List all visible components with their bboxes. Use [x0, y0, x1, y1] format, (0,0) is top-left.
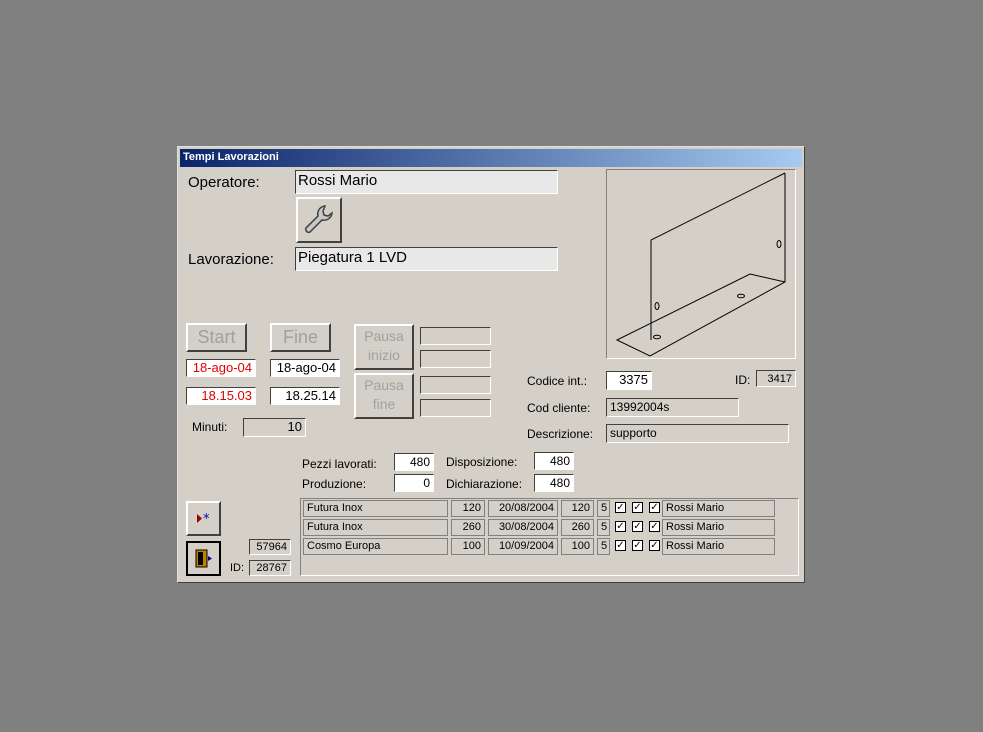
pausa-inizio-line2: inizio	[368, 347, 400, 363]
cod-cliente-field[interactable]: 13992004s	[606, 398, 739, 417]
row-qta-cell[interactable]: 260	[451, 519, 485, 536]
row-qta-cell[interactable]: 100	[451, 538, 485, 555]
title-bar[interactable]: Tempi Lavorazioni	[180, 149, 802, 167]
row-n-cell[interactable]: 5	[597, 500, 610, 517]
row-checkbox-1[interactable]: ✓	[615, 502, 626, 513]
row-operatore-cell[interactable]: Rossi Mario	[662, 519, 775, 536]
id-bottom-label: ID:	[230, 562, 245, 574]
codice-int-field[interactable]: 3375	[606, 371, 652, 390]
produzione-field[interactable]: 0	[394, 474, 434, 492]
lavorazione-field[interactable]: Piegatura 1 LVD	[295, 247, 558, 271]
row-qta2-cell[interactable]: 260	[561, 519, 594, 536]
row-checkbox-2[interactable]: ✓	[632, 540, 643, 551]
row-checkbox-2[interactable]: ✓	[632, 521, 643, 532]
window-title: Tempi Lavorazioni	[183, 151, 279, 163]
exit-door-icon	[195, 549, 212, 568]
row-checkbox-3[interactable]: ✓	[649, 502, 660, 513]
row-n-cell[interactable]: 5	[597, 538, 610, 555]
pezzi-lavorati-field[interactable]: 480	[394, 453, 434, 471]
dichiarazione-label: Dichiarazione:	[446, 477, 523, 491]
row-data-cell[interactable]: 20/08/2004	[488, 500, 558, 517]
row-qta2-cell[interactable]: 120	[561, 500, 594, 517]
row-qta2-cell[interactable]: 100	[561, 538, 594, 555]
lavorazione-label: Lavorazione:	[188, 251, 274, 268]
fine-date-field[interactable]: 18-ago-04	[270, 359, 340, 377]
row-checkbox-2[interactable]: ✓	[632, 502, 643, 513]
pausa-inizio-line1: Pausa	[364, 328, 404, 344]
row-data-cell[interactable]: 30/08/2004	[488, 519, 558, 536]
new-record-icon: *	[197, 512, 210, 527]
table-row[interactable]: Futura Inox 260 30/08/2004 260 5 ✓ ✓ ✓ Rossi Mar…	[301, 519, 796, 537]
cod-cliente-label: Cod cliente:	[527, 401, 591, 415]
row-operatore-cell[interactable]: Rossi Mario	[662, 500, 775, 517]
disposizione-label: Disposizione:	[446, 455, 518, 469]
start-date-field[interactable]: 18-ago-04	[186, 359, 256, 377]
pausa-fine-line2: fine	[372, 396, 396, 412]
wrench-icon	[304, 205, 333, 234]
pausa-fine-field-1[interactable]	[420, 376, 491, 394]
id-bottom-field: 28767	[249, 560, 291, 576]
start-time-field[interactable]: 18.15.03	[186, 387, 256, 405]
operatore-field[interactable]: Rossi Mario	[295, 170, 558, 194]
pausa-fine-line1: Pausa	[364, 377, 404, 393]
codice-int-label: Codice int.:	[527, 374, 588, 388]
lavorazioni-list: Futura Inox 120 20/08/2004 120 5 ✓ ✓ ✓ Rossi Mar…	[300, 498, 799, 576]
row-cliente-cell[interactable]: Futura Inox	[303, 500, 448, 517]
tempi-lavorazioni-window: Tempi Lavorazioni Operatore: Rossi Mario…	[177, 146, 805, 583]
id-top-label: ID:	[735, 373, 751, 387]
row-qta-cell[interactable]: 120	[451, 500, 485, 517]
minuti-label: Minuti:	[192, 420, 228, 434]
record-number-field: 57964	[249, 539, 291, 555]
tool-button[interactable]	[296, 197, 342, 243]
minuti-field[interactable]: 10	[243, 418, 306, 437]
fine-time-field[interactable]: 18.25.14	[270, 387, 340, 405]
row-operatore-cell[interactable]: Rossi Mario	[662, 538, 775, 555]
exit-button[interactable]	[186, 541, 221, 576]
pausa-inizio-button[interactable]: Pausa inizio	[354, 324, 414, 370]
pezzi-lavorati-label: Pezzi lavorati:	[302, 457, 377, 471]
pausa-inizio-field-2[interactable]	[420, 350, 491, 368]
row-checkbox-1[interactable]: ✓	[615, 540, 626, 551]
row-checkbox-1[interactable]: ✓	[615, 521, 626, 532]
pausa-fine-field-2[interactable]	[420, 399, 491, 417]
id-top-field: 3417	[756, 370, 796, 387]
row-n-cell[interactable]: 5	[597, 519, 610, 536]
produzione-label: Produzione:	[302, 477, 367, 491]
dichiarazione-field[interactable]: 480	[534, 474, 574, 492]
descrizione-label: Descrizione:	[527, 427, 594, 441]
fine-button[interactable]: Fine	[270, 323, 331, 352]
new-record-button[interactable]: *	[186, 501, 221, 536]
disposizione-field[interactable]: 480	[534, 452, 574, 470]
row-cliente-cell[interactable]: Cosmo Europa	[303, 538, 448, 555]
pausa-inizio-field-1[interactable]	[420, 327, 491, 345]
table-row[interactable]: Cosmo Europa 100 10/09/2004 100 5 ✓ ✓ ✓ Rossi Ma…	[301, 538, 796, 556]
row-checkbox-3[interactable]: ✓	[649, 521, 660, 532]
row-checkbox-3[interactable]: ✓	[649, 540, 660, 551]
part-drawing	[606, 169, 796, 359]
operatore-label: Operatore:	[188, 174, 260, 191]
svg-text:*: *	[203, 512, 210, 527]
table-row[interactable]: Futura Inox 120 20/08/2004 120 5 ✓ ✓ ✓ Rossi Mar…	[301, 500, 796, 518]
pausa-fine-button[interactable]: Pausa fine	[354, 373, 414, 419]
row-data-cell[interactable]: 10/09/2004	[488, 538, 558, 555]
row-cliente-cell[interactable]: Futura Inox	[303, 519, 448, 536]
start-button[interactable]: Start	[186, 323, 247, 352]
part-drawing-svg	[615, 172, 786, 357]
descrizione-field[interactable]: supporto	[606, 424, 789, 443]
